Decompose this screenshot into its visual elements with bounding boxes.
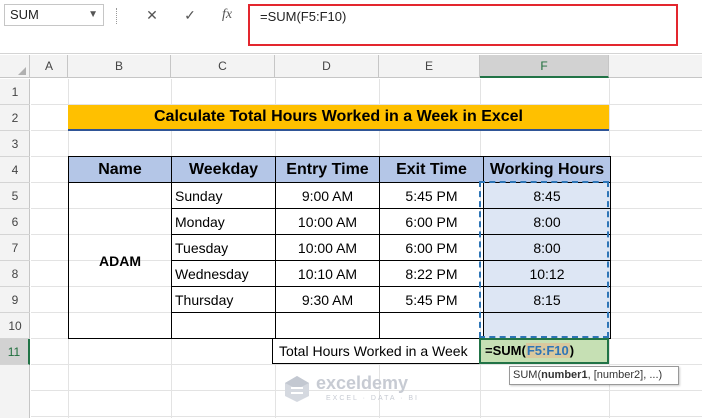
row-header[interactable]: 2 bbox=[0, 105, 30, 131]
function-tooltip[interactable]: SUM(number1, [number2], ...) bbox=[509, 366, 679, 385]
watermark-logo: exceldemy EXCEL · DATA · BI bbox=[282, 370, 432, 410]
hours-table: Name Weekday Entry Time Exit Time Workin… bbox=[68, 156, 611, 339]
insert-function-icon[interactable]: fx bbox=[215, 5, 239, 25]
column-headers: A B C D E F bbox=[0, 55, 702, 78]
exit-cell-empty[interactable] bbox=[379, 312, 484, 339]
formula-text: =SUM(F5:F10) bbox=[260, 9, 347, 24]
row-header[interactable]: 4 bbox=[0, 157, 30, 183]
hours-cell[interactable]: 8:00 bbox=[483, 208, 611, 235]
active-cell-prefix: =SUM( bbox=[485, 343, 526, 358]
watermark-tagline: EXCEL · DATA · BI bbox=[326, 395, 419, 402]
row-header[interactable]: 7 bbox=[0, 235, 30, 261]
header-name[interactable]: Name bbox=[68, 156, 172, 183]
weekday-cell-empty[interactable] bbox=[171, 312, 276, 339]
total-label-cell[interactable]: Total Hours Worked in a Week bbox=[272, 338, 480, 364]
tooltip-args-rest: , [number2], ...) bbox=[587, 369, 663, 381]
cancel-icon[interactable]: ✕ bbox=[140, 5, 164, 25]
header-weekday[interactable]: Weekday bbox=[171, 156, 276, 183]
row-header-active[interactable]: 11 bbox=[0, 339, 30, 365]
column-header-f[interactable]: F bbox=[480, 55, 609, 78]
exceldemy-logo-icon bbox=[285, 376, 309, 402]
row-headers: 1 2 3 4 5 6 7 8 9 10 11 bbox=[0, 79, 30, 418]
row-header[interactable]: 10 bbox=[0, 313, 30, 339]
column-header-d[interactable]: D bbox=[275, 55, 379, 78]
exit-cell[interactable]: 8:22 PM bbox=[379, 260, 484, 287]
column-header-b[interactable]: B bbox=[68, 55, 171, 78]
column-header-a[interactable]: A bbox=[31, 55, 68, 78]
column-header-e[interactable]: E bbox=[379, 55, 480, 78]
hours-cell[interactable]: 8:00 bbox=[483, 234, 611, 261]
active-cell[interactable]: =SUM(F5:F10) bbox=[479, 338, 609, 364]
entry-cell[interactable]: 9:00 AM bbox=[275, 182, 380, 209]
hours-cell-empty[interactable] bbox=[483, 312, 611, 339]
formula-input[interactable]: =SUM(F5:F10) bbox=[248, 4, 678, 46]
weekday-cell[interactable]: Tuesday bbox=[171, 234, 276, 261]
divider bbox=[116, 8, 117, 24]
column-header-c[interactable]: C bbox=[171, 55, 275, 78]
watermark-brand: exceldemy bbox=[316, 373, 409, 393]
entry-cell[interactable]: 10:10 AM bbox=[275, 260, 380, 287]
entry-cell-empty[interactable] bbox=[275, 312, 380, 339]
header-exit-time[interactable]: Exit Time bbox=[379, 156, 484, 183]
row-header[interactable]: 8 bbox=[0, 261, 30, 287]
header-entry-time[interactable]: Entry Time bbox=[275, 156, 380, 183]
entry-cell[interactable]: 10:00 AM bbox=[275, 234, 380, 261]
row-header[interactable]: 6 bbox=[0, 209, 30, 235]
table-header-row: Name Weekday Entry Time Exit Time Workin… bbox=[68, 156, 611, 183]
name-cell[interactable]: ADAM bbox=[68, 182, 172, 339]
weekday-cell[interactable]: Monday bbox=[171, 208, 276, 235]
row-header[interactable]: 9 bbox=[0, 287, 30, 313]
header-working-hours[interactable]: Working Hours bbox=[483, 156, 611, 183]
weekday-cell[interactable]: Sunday bbox=[171, 182, 276, 209]
row-header[interactable]: 5 bbox=[0, 183, 30, 209]
entry-cell[interactable]: 9:30 AM bbox=[275, 286, 380, 313]
name-box-value: SUM bbox=[10, 7, 39, 22]
name-box[interactable]: SUM ▼ bbox=[4, 4, 104, 26]
tooltip-arg-current[interactable]: number1 bbox=[541, 369, 587, 381]
exit-cell[interactable]: 6:00 PM bbox=[379, 234, 484, 261]
row-header[interactable]: 3 bbox=[0, 131, 30, 157]
active-cell-reference: F5:F10 bbox=[525, 343, 570, 358]
weekday-cell[interactable]: Thursday bbox=[171, 286, 276, 313]
select-all-button[interactable] bbox=[0, 55, 30, 78]
exit-cell[interactable]: 5:45 PM bbox=[379, 286, 484, 313]
exit-cell[interactable]: 6:00 PM bbox=[379, 208, 484, 235]
weekday-cell[interactable]: Wednesday bbox=[171, 260, 276, 287]
chevron-down-icon[interactable]: ▼ bbox=[88, 5, 98, 25]
sheet-title[interactable]: Calculate Total Hours Worked in a Week i… bbox=[68, 105, 609, 131]
tooltip-function: SUM( bbox=[513, 369, 542, 381]
hours-cell[interactable]: 8:45 bbox=[483, 182, 611, 209]
enter-icon[interactable]: ✓ bbox=[178, 5, 202, 25]
hours-cell[interactable]: 8:15 bbox=[483, 286, 611, 313]
row-header[interactable]: 1 bbox=[0, 79, 30, 105]
table-row: ADAM Sunday 9:00 AM 5:45 PM 8:45 bbox=[68, 182, 611, 339]
active-cell-suffix: ) bbox=[569, 343, 575, 358]
entry-cell[interactable]: 10:00 AM bbox=[275, 208, 380, 235]
hours-cell[interactable]: 10:12 bbox=[483, 260, 611, 287]
formula-bar-area: SUM ▼ ✕ ✓ fx =SUM(F5:F10) bbox=[0, 0, 702, 54]
exit-cell[interactable]: 5:45 PM bbox=[379, 182, 484, 209]
